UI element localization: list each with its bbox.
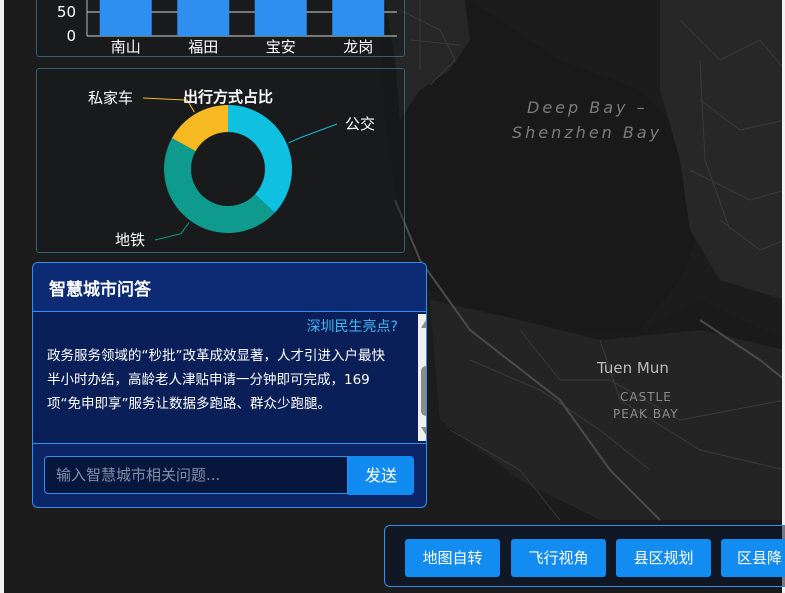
donut-slice-0[interactable] xyxy=(228,105,292,213)
travel-mode-chart-panel: 公交地铁 私家车 出行方式占比 xyxy=(36,68,405,253)
map-control-toolbar: 地图自转 飞行视角 县区规划 区县降 xyxy=(384,525,785,587)
bar-2[interactable] xyxy=(254,0,307,36)
leader-line xyxy=(154,222,190,241)
qa-scrollbar[interactable] xyxy=(418,314,426,441)
travel-mode-donut-chart: 公交地铁 私家车 出行方式占比 xyxy=(88,88,375,249)
donut-label: 地铁 xyxy=(115,231,145,249)
map-label-peak-2: PEAK BAY xyxy=(613,407,679,421)
bar-3[interactable] xyxy=(332,0,385,36)
bar-0[interactable] xyxy=(99,0,152,36)
district-drop-button[interactable]: 区县降 xyxy=(721,539,785,577)
smart-city-qa-panel: 智慧城市问答 深圳民生亮点? 政务服务领域的“秒批”改革成效显著，人才引进入户最… xyxy=(32,262,427,508)
qa-question-input[interactable]: 输入智慧城市相关问题... xyxy=(44,456,348,494)
map-label-bay-1: Deep Bay – xyxy=(527,98,648,117)
donut-label: 公交 xyxy=(345,115,375,133)
qa-answer: 政务服务领域的“秒批”改革成效显著，人才引进入户最快半小时办结，高龄老人津贴申请… xyxy=(47,348,385,412)
donut-slice-1[interactable] xyxy=(163,138,275,234)
county-planning-button[interactable]: 县区规划 xyxy=(616,539,711,577)
flight-view-button[interactable]: 飞行视角 xyxy=(511,539,606,577)
x-tick-label: 宝安 xyxy=(266,38,296,56)
qa-title: 智慧城市问答 xyxy=(33,263,426,312)
district-bar-chart: 050100南山福田宝安龙岗 xyxy=(57,0,397,56)
y-tick-label: 0 xyxy=(66,27,76,45)
scroll-thumb[interactable] xyxy=(421,366,426,416)
window-edge-left xyxy=(0,0,4,593)
district-bar-chart-panel: 050100南山福田宝安龙岗 xyxy=(36,0,405,57)
scroll-up-arrow-icon[interactable] xyxy=(421,320,426,328)
qa-send-button[interactable]: 发送 xyxy=(348,456,414,495)
donut-title: 出行方式占比 xyxy=(183,88,273,106)
x-tick-label: 龙岗 xyxy=(343,38,373,56)
x-tick-label: 南山 xyxy=(111,38,141,56)
map-label-peak-1: CASTLE xyxy=(620,390,672,404)
map-rotate-button[interactable]: 地图自转 xyxy=(405,539,500,577)
leader-line xyxy=(288,123,338,144)
scroll-down-arrow-icon[interactable] xyxy=(421,427,426,435)
qa-user-question: 深圳民生亮点? xyxy=(306,319,398,335)
map-label-bay-2: Shenzhen Bay xyxy=(512,123,662,142)
x-tick-label: 福田 xyxy=(188,38,218,56)
donut-label: 私家车 xyxy=(88,89,133,107)
bar-1[interactable] xyxy=(177,0,230,36)
map-label-district: Tuen Mun xyxy=(596,359,669,377)
qa-conversation[interactable]: 深圳民生亮点? 政务服务领域的“秒批”改革成效显著，人才引进入户最快半小时办结，… xyxy=(33,312,426,444)
y-tick-label: 50 xyxy=(57,3,76,21)
